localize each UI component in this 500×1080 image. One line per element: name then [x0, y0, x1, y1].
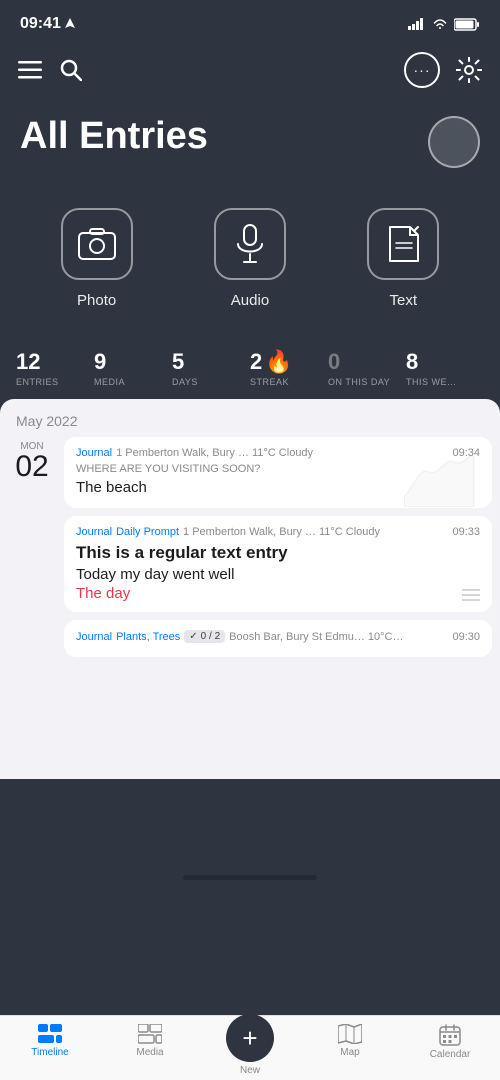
- map-icon: [338, 1024, 362, 1044]
- more-options-button[interactable]: ···: [404, 52, 440, 88]
- home-indicator: [183, 875, 317, 880]
- text-icon-container: [367, 208, 439, 280]
- timeline-month: May 2022: [0, 399, 500, 437]
- stat-entries: 12 ENTRIES: [16, 349, 94, 387]
- status-bar: 09:41: [0, 0, 500, 44]
- tab-timeline-label: Timeline: [31, 1047, 68, 1058]
- entry-body-2: Today my day went well: [76, 564, 480, 585]
- entry-meta-left-3: Journal Plants, Trees ✓ 0 / 2 Boosh Bar,…: [76, 630, 404, 643]
- entry-location-3: Boosh Bar, Bury St Edmu… 10°C…: [229, 631, 403, 643]
- nav-right: ···: [404, 52, 482, 88]
- audio-entry-button[interactable]: Audio: [214, 208, 286, 309]
- audio-icon-container: [214, 208, 286, 280]
- tab-map[interactable]: Map: [300, 1024, 400, 1058]
- top-nav: ···: [0, 44, 500, 96]
- plus-icon: +: [242, 1025, 257, 1051]
- entry-prompt-1: WHERE ARE YOU VISITING SOON?: [76, 463, 480, 475]
- entry-location-2: 1 Pemberton Walk, Bury … 11°C Cloudy: [183, 526, 380, 538]
- stat-streak: 2 🔥 STREAK: [250, 349, 328, 387]
- entry-location-1: 1 Pemberton Walk, Bury … 11°C Cloudy: [116, 447, 313, 459]
- date-column: MON 02: [8, 437, 56, 665]
- status-time: 09:41: [20, 15, 75, 33]
- journal-sub-2: Daily Prompt: [116, 526, 179, 538]
- stat-entries-label: ENTRIES: [16, 377, 59, 387]
- battery-icon: [454, 18, 480, 31]
- tab-media-label: Media: [136, 1047, 163, 1058]
- entry-card-2[interactable]: Journal Daily Prompt 1 Pemberton Walk, B…: [64, 516, 492, 612]
- tab-new-label: New: [240, 1065, 260, 1076]
- menu-icon[interactable]: [18, 61, 42, 79]
- new-entry-fab[interactable]: +: [226, 1014, 274, 1062]
- search-icon[interactable]: [60, 59, 82, 81]
- entry-time-1: 09:34: [452, 447, 480, 459]
- stat-this-week-value: 8: [406, 349, 418, 375]
- audio-label: Audio: [231, 292, 269, 309]
- new-entry-section: Photo Audio Text: [0, 178, 500, 329]
- entry-time-2: 09:33: [452, 526, 480, 538]
- tab-calendar[interactable]: Calendar: [400, 1024, 500, 1060]
- journal-sub-3: Plants, Trees: [116, 631, 180, 643]
- entry-meta-3: Journal Plants, Trees ✓ 0 / 2 Boosh Bar,…: [76, 630, 480, 643]
- calendar-icon: [439, 1024, 461, 1046]
- timeline-section: May 2022 MON 02 Journal 1 Pemberton Walk…: [0, 399, 500, 779]
- header-section: All Entries: [0, 96, 500, 178]
- entry-meta-1: Journal 1 Pemberton Walk, Bury … 11°C Cl…: [76, 447, 480, 459]
- checkmark-icon: ✓: [189, 631, 197, 642]
- stat-entries-value: 12: [16, 349, 40, 375]
- tab-media[interactable]: Media: [100, 1024, 200, 1058]
- entry-time-3: 09:30: [452, 631, 480, 643]
- tag-badge-3: ✓ 0 / 2: [184, 630, 225, 643]
- photo-entry-button[interactable]: Photo: [61, 208, 133, 309]
- stat-media-label: MEDIA: [94, 377, 125, 387]
- tab-timeline[interactable]: Timeline: [0, 1024, 100, 1058]
- location-icon: [65, 18, 75, 30]
- page-title: All Entries: [20, 116, 208, 158]
- entries-column: Journal 1 Pemberton Walk, Bury … 11°C Cl…: [64, 437, 492, 665]
- stat-days-label: DAYS: [172, 377, 198, 387]
- bottom-nav: Timeline Media + New Map: [0, 1015, 500, 1080]
- photo-icon-container: [61, 208, 133, 280]
- text-label: Text: [390, 292, 418, 309]
- date-day-num: 02: [15, 452, 48, 482]
- entry-meta-2: Journal Daily Prompt 1 Pemberton Walk, B…: [76, 526, 480, 538]
- entry-card-3[interactable]: Journal Plants, Trees ✓ 0 / 2 Boosh Bar,…: [64, 620, 492, 657]
- signal-icon: [408, 18, 426, 30]
- entry-body-highlight-2: The day: [76, 585, 480, 602]
- stat-media: 9 MEDIA: [94, 349, 172, 387]
- entry-group-may02: MON 02 Journal 1 Pemberton Walk, Bury … …: [0, 437, 500, 665]
- entry-body-1: The beach: [76, 477, 480, 498]
- stat-on-this-day-value: 0: [328, 349, 340, 375]
- photo-label: Photo: [77, 292, 116, 309]
- wifi-icon: [432, 18, 448, 30]
- lines-icon: [462, 588, 480, 602]
- stat-streak-label: STREAK: [250, 377, 289, 387]
- stat-streak-value: 2 🔥: [250, 349, 293, 375]
- entry-title-2: This is a regular text entry: [76, 542, 480, 564]
- entry-card-1[interactable]: Journal 1 Pemberton Walk, Bury … 11°C Cl…: [64, 437, 492, 508]
- avatar[interactable]: [428, 116, 480, 168]
- stat-on-this-day-label: ON THIS DAY: [328, 377, 390, 387]
- stat-days: 5 DAYS: [172, 349, 250, 387]
- status-icons: [408, 18, 480, 31]
- stat-media-value: 9: [94, 349, 106, 375]
- settings-icon[interactable]: [456, 57, 482, 83]
- stat-on-this-day: 0 ON THIS DAY: [328, 349, 406, 387]
- entry-meta-left-2: Journal Daily Prompt 1 Pemberton Walk, B…: [76, 526, 380, 538]
- media-icon: [138, 1024, 162, 1044]
- tab-map-label: Map: [340, 1047, 359, 1058]
- nav-left: [18, 59, 82, 81]
- stat-days-value: 5: [172, 349, 184, 375]
- tab-new[interactable]: + New: [200, 1024, 300, 1076]
- flame-icon: 🔥: [265, 349, 292, 375]
- tab-calendar-label: Calendar: [430, 1049, 471, 1060]
- journal-name-3: Journal: [76, 631, 112, 643]
- text-entry-button[interactable]: Text: [367, 208, 439, 309]
- journal-name-1: Journal: [76, 447, 112, 459]
- stats-bar: 12 ENTRIES 9 MEDIA 5 DAYS 2 🔥 STREAK 0 O…: [0, 329, 500, 399]
- stat-this-week-label: THIS WE…: [406, 377, 457, 387]
- timeline-icon: [38, 1024, 62, 1044]
- journal-name-2: Journal: [76, 526, 112, 538]
- stat-this-week: 8 THIS WE…: [406, 349, 484, 387]
- entry-meta-left-1: Journal 1 Pemberton Walk, Bury … 11°C Cl…: [76, 447, 313, 459]
